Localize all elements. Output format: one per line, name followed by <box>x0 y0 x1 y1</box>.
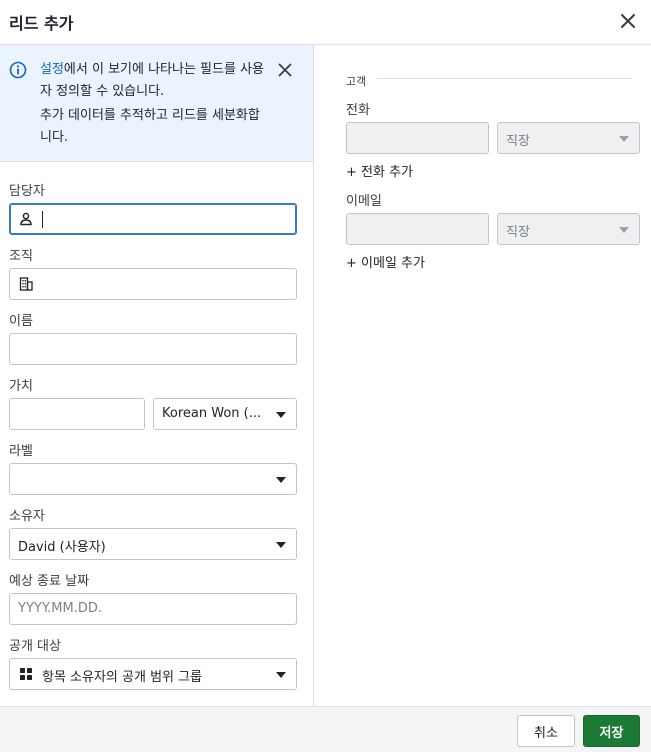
close-icon[interactable] <box>276 61 294 79</box>
phone-label: 전화 <box>346 103 370 118</box>
visibility-select[interactable]: 항목 소유자의 공개 범위 그룹 <box>9 658 297 690</box>
section-divider <box>377 78 632 79</box>
owner-select[interactable]: David (사용자) <box>9 528 297 560</box>
banner-line2: 추가 데이터를 추적하고 리드를 세분화합니다. <box>40 108 260 145</box>
close-date-input[interactable]: YYYY.MM.DD. <box>9 593 297 625</box>
email-label: 이메일 <box>346 194 382 209</box>
organization-label: 조직 <box>9 249 33 264</box>
close-date-placeholder: YYYY.MM.DD. <box>18 601 102 616</box>
banner-line1: 에서 이 보기에 나타나는 필드를 사용자 정의할 수 있습니다. <box>40 62 264 99</box>
dialog-header: 리드 추가 <box>0 0 651 45</box>
text-cursor <box>42 211 43 228</box>
chevron-down-icon <box>619 136 629 142</box>
name-input[interactable] <box>9 333 297 365</box>
banner-message: 설정에서 이 보기에 나타나는 필드를 사용자 정의할 수 있습니다. 추가 데… <box>40 59 270 149</box>
email-type-select[interactable]: 직장 <box>497 213 640 245</box>
owner-value: David (사용자) <box>18 540 106 555</box>
currency-value: Korean Won (... <box>162 406 262 421</box>
email-input[interactable] <box>346 213 489 245</box>
customize-banner: 설정에서 이 보기에 나타나는 필드를 사용자 정의할 수 있습니다. 추가 데… <box>0 45 313 162</box>
label-select[interactable] <box>9 463 297 495</box>
contact-input[interactable] <box>9 203 297 235</box>
chevron-down-icon <box>276 542 286 548</box>
value-input[interactable] <box>9 398 145 430</box>
owner-label: 소유자 <box>9 509 45 524</box>
chevron-down-icon <box>276 412 286 418</box>
person-icon <box>20 212 32 226</box>
close-date-label: 예상 종료 날짜 <box>9 574 90 589</box>
phone-input[interactable] <box>346 122 489 154</box>
visibility-value: 항목 소유자의 공개 범위 그룹 <box>42 670 203 685</box>
value-label: 가치 <box>9 379 33 394</box>
visibility-label: 공개 대상 <box>9 639 61 654</box>
label-label: 라벨 <box>9 444 33 459</box>
currency-select[interactable]: Korean Won (... <box>153 398 297 430</box>
contact-label: 담당자 <box>9 184 45 199</box>
add-phone-link[interactable]: + 전화 추가 <box>346 161 413 180</box>
add-email-link[interactable]: + 이메일 추가 <box>346 252 425 271</box>
chevron-down-icon <box>276 477 286 483</box>
chevron-down-icon <box>276 672 286 678</box>
save-button[interactable]: 저장 <box>583 715 640 747</box>
phone-type-select[interactable]: 직장 <box>497 122 640 154</box>
info-icon <box>9 61 27 79</box>
email-type-value: 직장 <box>506 225 530 240</box>
grid-icon <box>20 668 32 680</box>
close-icon[interactable] <box>618 11 638 31</box>
dialog-footer: 취소 저장 <box>0 706 651 752</box>
dialog-title: 리드 추가 <box>9 14 74 33</box>
name-label: 이름 <box>9 314 33 329</box>
customer-section-title: 고객 <box>346 75 367 88</box>
building-icon <box>19 277 33 291</box>
settings-link[interactable]: 설정 <box>40 62 64 77</box>
phone-type-value: 직장 <box>506 134 530 149</box>
cancel-button[interactable]: 취소 <box>517 715 575 747</box>
customer-panel: 고객 전화 직장 + 전화 추가 이메일 직장 + 이메일 추가 <box>314 45 651 706</box>
organization-input[interactable] <box>9 268 297 300</box>
chevron-down-icon <box>619 227 629 233</box>
lead-form-panel: 설정에서 이 보기에 나타나는 필드를 사용자 정의할 수 있습니다. 추가 데… <box>0 45 314 706</box>
